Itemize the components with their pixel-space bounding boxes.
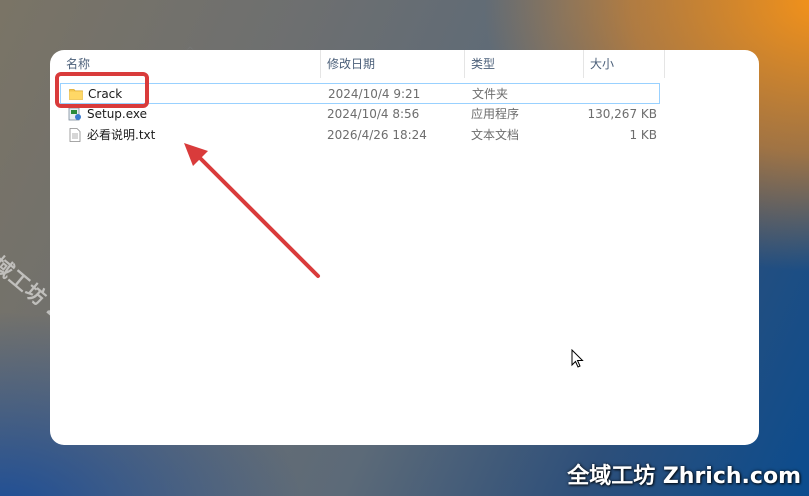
mouse-cursor-icon	[571, 349, 584, 368]
watermark-corner: 全域工坊 Zhrich.com	[567, 464, 801, 489]
red-arrow-icon	[184, 143, 320, 278]
